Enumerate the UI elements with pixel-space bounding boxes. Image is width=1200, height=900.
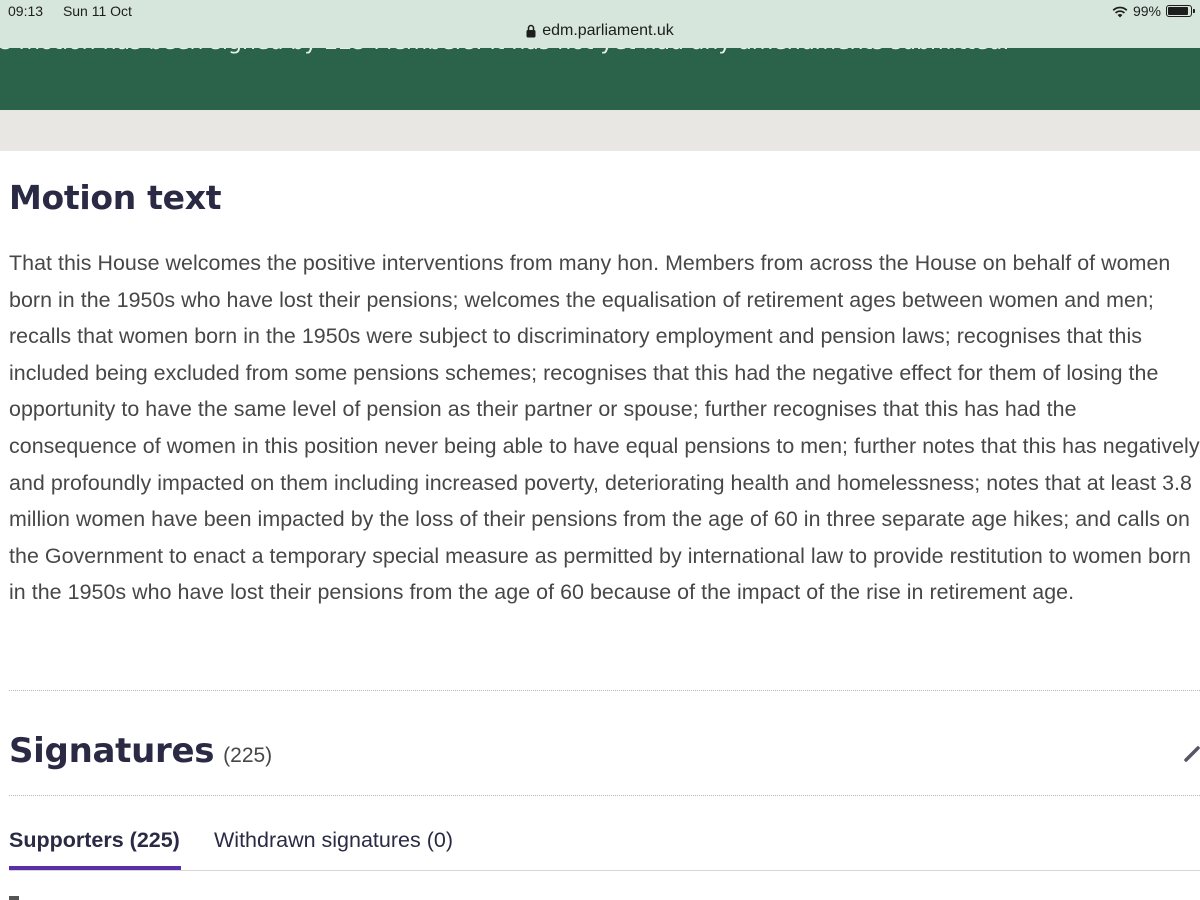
signatures-count: (225)	[223, 744, 273, 767]
tab-supporters[interactable]: Supporters (225)	[9, 828, 180, 853]
motion-text-heading: Motion text	[9, 178, 222, 217]
status-date: Sun 11 Oct	[62, 3, 132, 19]
lock-icon	[526, 24, 536, 38]
list-start-marker	[9, 896, 19, 900]
signatures-divider	[9, 795, 1200, 796]
battery-percent: 99%	[1132, 3, 1161, 19]
battery-icon	[1166, 5, 1195, 17]
tab-withdrawn-signatures[interactable]: Withdrawn signatures (0)	[214, 828, 453, 853]
motion-text-body: That this House welcomes the positive in…	[9, 251, 1200, 605]
address-bar[interactable]: edm.parliament.uk	[0, 22, 1200, 40]
status-time: 09:13	[8, 3, 44, 19]
url-text[interactable]: edm.parliament.uk	[542, 22, 674, 40]
tabs-baseline	[9, 870, 1200, 871]
expand-icon[interactable]	[1184, 738, 1200, 768]
signatures-heading: Signatures (225)	[9, 731, 272, 771]
signatures-title: Signatures	[9, 731, 215, 771]
section-divider	[9, 690, 1200, 691]
status-right: 99%	[1112, 3, 1195, 19]
wifi-icon	[1112, 5, 1128, 18]
status-left: 09:13 Sun 11 Oct	[8, 3, 148, 19]
status-bar: 09:13 Sun 11 Oct edm.parliament.uk 99%	[0, 0, 1200, 48]
grey-strip	[0, 110, 1200, 151]
